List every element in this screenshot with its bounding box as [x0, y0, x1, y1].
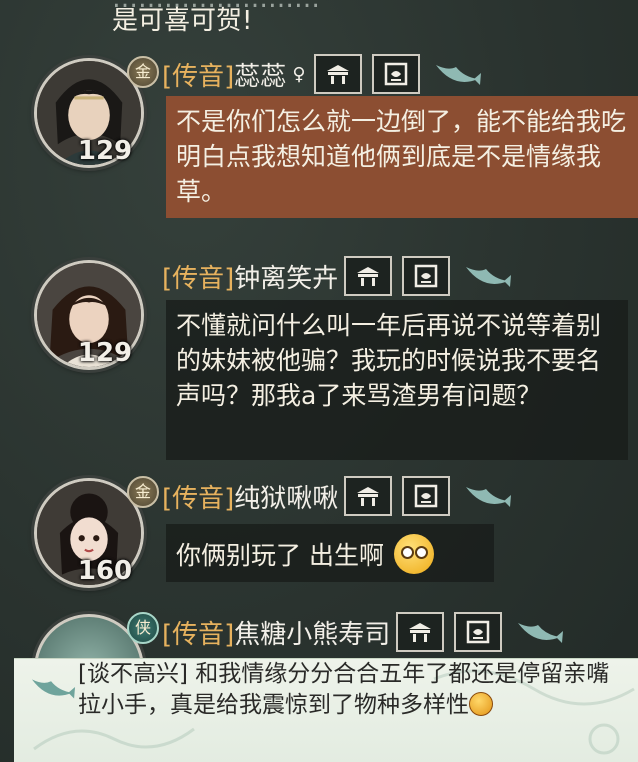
previous-message-line2: 是可喜可贺!	[112, 6, 253, 36]
message-bubble: 不是你们怎么就一边倒了，能不能给我吃明白点我想知道他俩到底是不是情缘我草。	[166, 96, 638, 218]
fish-icon	[30, 673, 76, 703]
message-text: 你俩别玩了 出生啊	[176, 541, 384, 570]
house-icon[interactable]	[396, 612, 445, 652]
female-symbol-icon: ♀	[292, 63, 306, 85]
message-preview-panel[interactable]: [谈不高兴] 和我情缘分分合合五年了都还是停留亲嘴拉小手，真是给我震惊到了物种多…	[14, 658, 638, 762]
profile-card-icon[interactable]	[454, 612, 503, 652]
message-header: [传音] 焦糖小熊寿司	[162, 612, 564, 652]
preview-text: [谈不高兴] 和我情缘分分合合五年了都还是停留亲嘴拉小手，真是给我震惊到了物种多…	[78, 661, 610, 718]
level-number: 129	[77, 338, 133, 368]
username[interactable]: 焦糖小熊寿司	[234, 614, 390, 651]
channel-label: [传音]	[162, 263, 235, 294]
username[interactable]: 蕊蕊	[234, 56, 286, 93]
profile-card-icon[interactable]	[402, 256, 451, 296]
username[interactable]: 纯狱啾啾	[234, 478, 338, 515]
rank-badge: 金	[127, 476, 159, 508]
house-icon[interactable]	[313, 54, 362, 94]
profile-card-icon[interactable]	[402, 476, 451, 516]
avatar[interactable]: 金 160	[20, 468, 159, 596]
angry-face-emoji-icon	[469, 692, 493, 716]
channel-label: [传音]	[162, 61, 235, 92]
level-number: 160	[77, 556, 133, 586]
fish-icon[interactable]	[464, 481, 512, 511]
avatar[interactable]: 金 129	[20, 48, 159, 176]
channel-label: [传音]	[162, 483, 235, 514]
channel-label: [传音]	[162, 619, 235, 650]
profile-card-icon[interactable]	[371, 54, 420, 94]
house-icon[interactable]	[344, 476, 393, 516]
message-header: [传音] 纯狱啾啾	[162, 476, 512, 516]
message-header: [传音] 蕊蕊 ♀	[162, 54, 482, 94]
username[interactable]: 钟离笑卉	[234, 258, 338, 295]
rolling-eyes-emoji-icon	[393, 534, 434, 574]
chat-screen: …………………… 是可喜可贺! 金 129 [传音] 蕊蕊 ♀	[0, 0, 638, 762]
fish-icon[interactable]	[516, 617, 564, 647]
level-number: 129	[77, 136, 133, 166]
rank-badge: 侠	[127, 612, 159, 644]
avatar[interactable]: 129	[20, 250, 148, 378]
message-header: [传音] 钟离笑卉	[162, 256, 512, 296]
message-bubble: 你俩别玩了 出生啊	[166, 524, 494, 582]
fish-icon[interactable]	[464, 261, 512, 291]
message-bubble: 不懂就问什么叫一年后再说不说等着别的妹妹被他骗？我玩的时候说我不要名声吗？那我a…	[166, 300, 628, 460]
rank-badge: 金	[127, 56, 159, 88]
fish-icon[interactable]	[434, 59, 482, 89]
preview-text-block: [谈不高兴] 和我情缘分分合合五年了都还是停留亲嘴拉小手，真是给我震惊到了物种多…	[78, 659, 618, 721]
house-icon[interactable]	[344, 256, 393, 296]
